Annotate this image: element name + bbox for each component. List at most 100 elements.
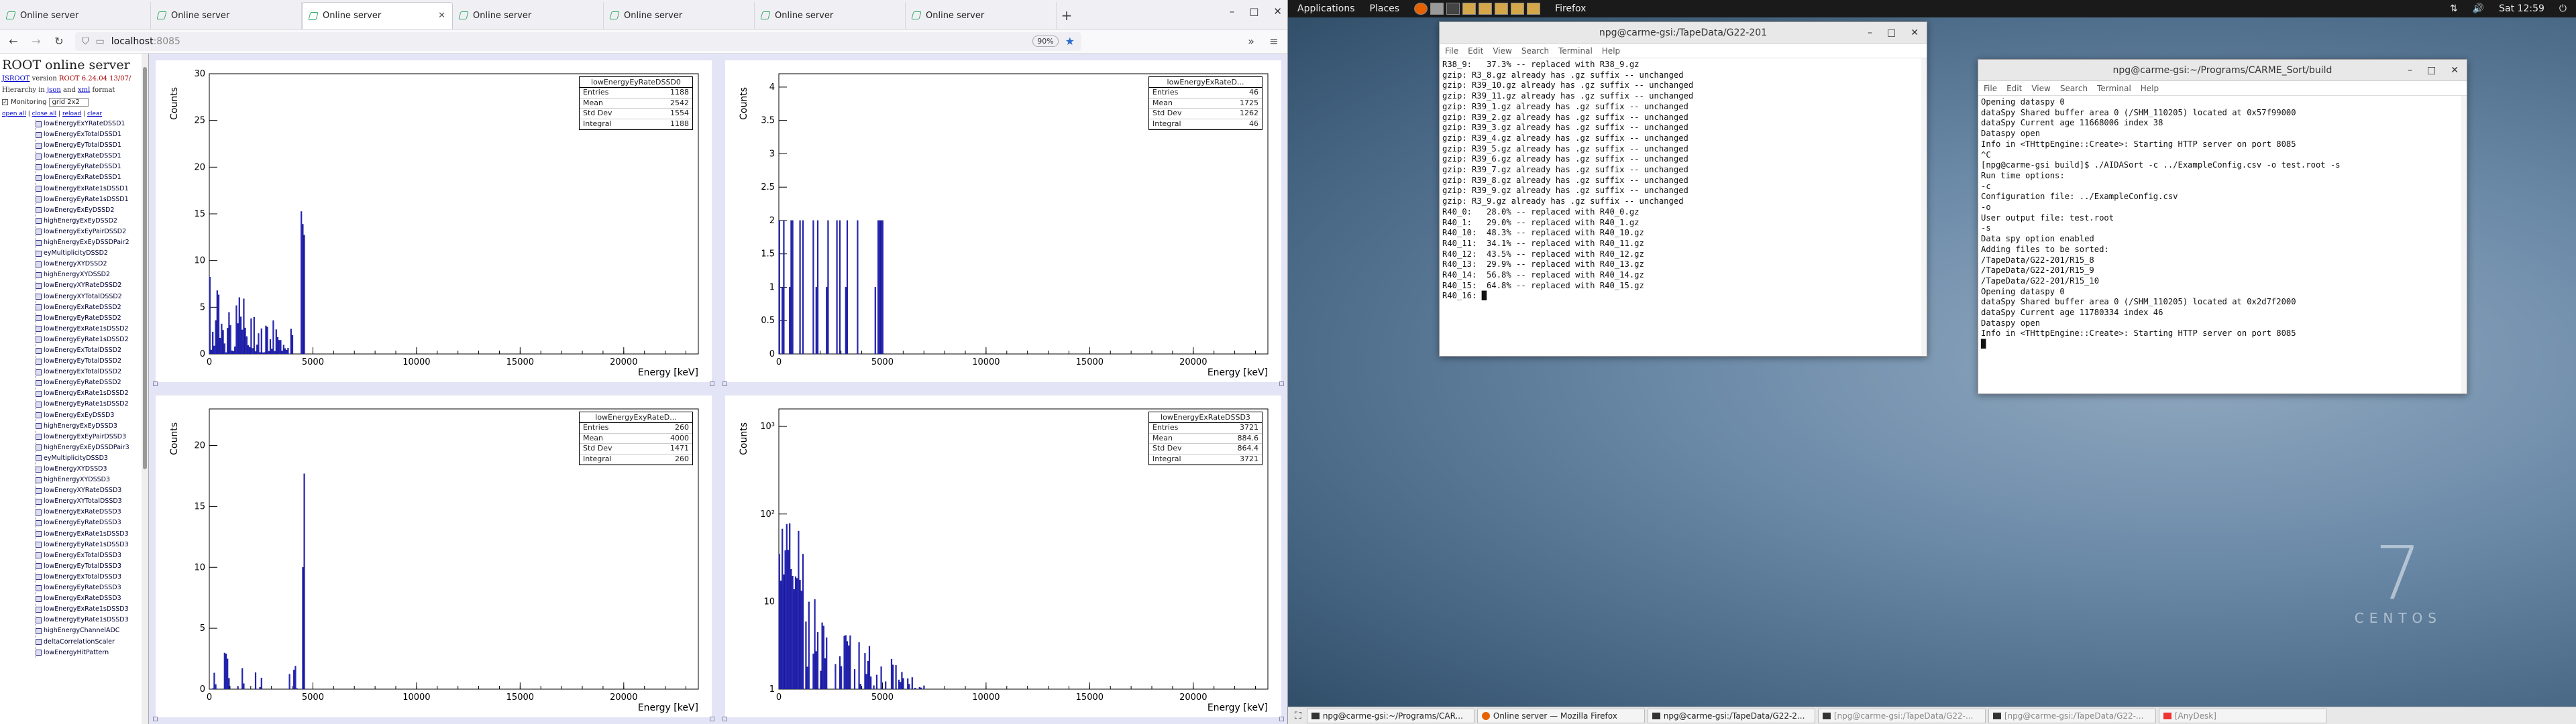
- terminal-titlebar[interactable]: npg@carme-gsi:/TapeData/G22-201 – □ ✕: [1440, 22, 1927, 44]
- stats-box[interactable]: lowEnergyExRateDSSD3 Entries 3721 Mean 884.6…: [1148, 412, 1263, 465]
- tree-item[interactable]: lowEnergyExEyDSSD2: [36, 205, 146, 216]
- tree-item[interactable]: lowEnergyExRateDSSD3: [36, 593, 146, 604]
- tab-online-server[interactable]: Online server: [604, 2, 755, 29]
- tree-item[interactable]: lowEnergyExRateDSSD3: [36, 507, 146, 518]
- menu-search[interactable]: Search: [1521, 46, 1549, 56]
- pad-corner-handle[interactable]: [1279, 381, 1284, 386]
- tree-item[interactable]: lowEnergyXYRateDSSD3: [36, 485, 146, 496]
- close-button[interactable]: ✕: [2451, 65, 2459, 76]
- tree-item[interactable]: lowEnergyExRateDSSD2: [36, 302, 146, 313]
- minimize-button[interactable]: –: [1230, 5, 1235, 17]
- close-button[interactable]: ✕: [1911, 27, 1919, 38]
- tree-item[interactable]: lowEnergyEyRateDSSD2: [36, 377, 146, 388]
- new-tab-button[interactable]: +: [1057, 2, 1077, 29]
- workspace-2-icon[interactable]: [1479, 3, 1493, 15]
- terminal-scrollbar[interactable]: [1921, 58, 1927, 356]
- sidebar-scrollbar[interactable]: [142, 54, 148, 724]
- taskbar-item[interactable]: Online server — Mozilla Firefox: [1477, 708, 1645, 723]
- tree-item[interactable]: lowEnergyXYRateDSSD2: [36, 280, 146, 291]
- tree-item[interactable]: highEnergyXYDSSD3: [36, 475, 146, 485]
- files-launcher-icon[interactable]: [1430, 3, 1444, 15]
- volume-icon[interactable]: 🔊: [2473, 3, 2484, 14]
- menu-help[interactable]: Help: [1602, 46, 1620, 56]
- workspace-1-icon[interactable]: [1462, 3, 1477, 15]
- tree-item[interactable]: highEnergyExEyDSSDPair2: [36, 237, 146, 248]
- tree-item[interactable]: lowEnergyExTotalDSSD1: [36, 129, 146, 140]
- menu-edit[interactable]: Edit: [2006, 84, 2022, 93]
- bookmark-star-icon[interactable]: ★: [1065, 35, 1075, 48]
- tree-item[interactable]: lowEnergyEyRate1sDSSD3: [36, 615, 146, 625]
- tree-item[interactable]: lowEnergyExRate1sDSSD3: [36, 529, 146, 540]
- menu-edit[interactable]: Edit: [1468, 46, 1483, 56]
- tree-item[interactable]: highEnergyChannelADC: [36, 625, 146, 636]
- stats-box[interactable]: lowEnergyExRateD... Entries 46 Mean 1725 Std …: [1148, 76, 1263, 130]
- monitoring-checkbox[interactable]: ✓: [2, 99, 8, 105]
- histogram-pad[interactable]: 0 5000 10000 15000 20000 0 0.5 1 1.5 2 2.5 3 3.5 4 Ene…: [722, 60, 1284, 386]
- menu-help[interactable]: Help: [2141, 84, 2159, 93]
- workspace-5-icon[interactable]: [1527, 3, 1541, 15]
- taskbar-item[interactable]: npg@carme-gsi:/TapeData/G22-2...: [1647, 708, 1815, 723]
- tree-item[interactable]: lowEnergyExTotalDSSD3: [36, 550, 146, 561]
- maximize-button[interactable]: □: [1887, 27, 1896, 38]
- close-all-link[interactable]: close all: [32, 111, 57, 117]
- tree-item[interactable]: highEnergyExEyDSSD3: [36, 421, 146, 432]
- tree-item[interactable]: lowEnergyEyRate1sDSSD1: [36, 194, 146, 205]
- places-menu[interactable]: Places: [1370, 3, 1400, 14]
- tree-item[interactable]: lowEnergyEyRateDSSD2: [36, 313, 146, 324]
- terminal-launcher-icon[interactable]: [1446, 3, 1460, 15]
- tree-item[interactable]: lowEnergyExTotalDSSD3: [36, 572, 146, 583]
- tree-item[interactable]: lowEnergyXYTotalDSSD2: [36, 292, 146, 302]
- tree-item[interactable]: lowEnergyHitPattern: [36, 648, 146, 658]
- menu-terminal[interactable]: Terminal: [1558, 46, 1593, 56]
- tree-item[interactable]: lowEnergyEyRate1sDSSD2: [36, 399, 146, 410]
- minimize-button[interactable]: –: [2408, 65, 2412, 76]
- maximize-button[interactable]: □: [1249, 5, 1258, 17]
- tree-item[interactable]: lowEnergyEyRate1sDSSD2: [36, 335, 146, 345]
- layout-select[interactable]: grid 2x2: [49, 98, 89, 107]
- zoom-badge[interactable]: 90%: [1032, 36, 1059, 47]
- workspace-3-icon[interactable]: [1495, 3, 1509, 15]
- menu-file[interactable]: File: [1984, 84, 1997, 93]
- network-icon[interactable]: ⇅: [2450, 3, 2458, 14]
- tree-item[interactable]: lowEnergyXYDSSD2: [36, 259, 146, 269]
- stats-box[interactable]: lowEnergyExyRateD... Entries 260 Mean 4000 St…: [579, 412, 693, 465]
- tab-online-server[interactable]: Online server: [453, 2, 604, 29]
- tree-item[interactable]: lowEnergyEyTotalDSSD2: [36, 356, 146, 367]
- tab-online-server[interactable]: Online server ✕: [302, 2, 453, 29]
- taskbar-item[interactable]: [AnyDesk]: [2158, 708, 2326, 723]
- tree-item[interactable]: eyMultiplicityDSSD2: [36, 248, 146, 259]
- tree-item[interactable]: lowEnergyXYDSSD3: [36, 464, 146, 475]
- xml-link[interactable]: xml: [78, 86, 90, 94]
- json-link[interactable]: json: [47, 86, 61, 94]
- tree-item[interactable]: lowEnergyExEyDSSD3: [36, 410, 146, 421]
- minimize-button[interactable]: –: [1868, 27, 1872, 38]
- tree-item[interactable]: lowEnergyExRate1sDSSD1: [36, 184, 146, 194]
- tree-item[interactable]: lowEnergyExRateDSSD1: [36, 172, 146, 183]
- pad-corner-handle[interactable]: [722, 717, 727, 721]
- overflow-icon[interactable]: »: [1244, 35, 1258, 48]
- tree-item[interactable]: deltaCorrelationScaler: [36, 637, 146, 648]
- taskbar-item[interactable]: [npg@carme-gsi:/TapeData/G22-...: [1817, 708, 1986, 723]
- tab-online-server[interactable]: Online server: [906, 2, 1057, 29]
- menu-view[interactable]: View: [1493, 46, 1511, 56]
- power-icon[interactable]: ⏻: [2559, 3, 2567, 14]
- tree-item[interactable]: lowEnergyEyTotalDSSD1: [36, 140, 146, 151]
- tree-item[interactable]: highEnergyExEyDSSD2: [36, 216, 146, 227]
- tree-item[interactable]: lowEnergyXYTotalDSSD3: [36, 496, 146, 507]
- forward-icon[interactable]: →: [30, 35, 43, 48]
- menu-view[interactable]: View: [2031, 84, 2050, 93]
- tree-item[interactable]: lowEnergyEyRateDSSD3: [36, 583, 146, 593]
- pad-corner-handle[interactable]: [710, 717, 714, 721]
- reload-link[interactable]: reload: [62, 111, 81, 117]
- terminal-window-build[interactable]: npg@carme-gsi:~/Programs/CARME_Sort/buil…: [1978, 59, 2467, 394]
- maximize-button[interactable]: □: [2427, 65, 2436, 76]
- tree-item[interactable]: lowEnergyEyRateDSSD1: [36, 162, 146, 172]
- terminal-output[interactable]: R38_9: 37.3% -- replaced with R38_9.gz g…: [1440, 58, 1927, 303]
- tree-item[interactable]: lowEnergyExEyPairDSSD3: [36, 432, 146, 442]
- menu-terminal[interactable]: Terminal: [2097, 84, 2131, 93]
- histogram-pad[interactable]: 0 5000 10000 15000 20000 0 5 10 15 20 Energy [keV]…: [153, 396, 714, 721]
- tab-online-server[interactable]: Online server: [755, 2, 906, 29]
- jsroot-link[interactable]: JSROOT: [2, 75, 30, 82]
- tree-item[interactable]: lowEnergyExYRateDSSD1: [36, 119, 146, 129]
- tree-item[interactable]: eyMultiplicityDSSD3: [36, 453, 146, 464]
